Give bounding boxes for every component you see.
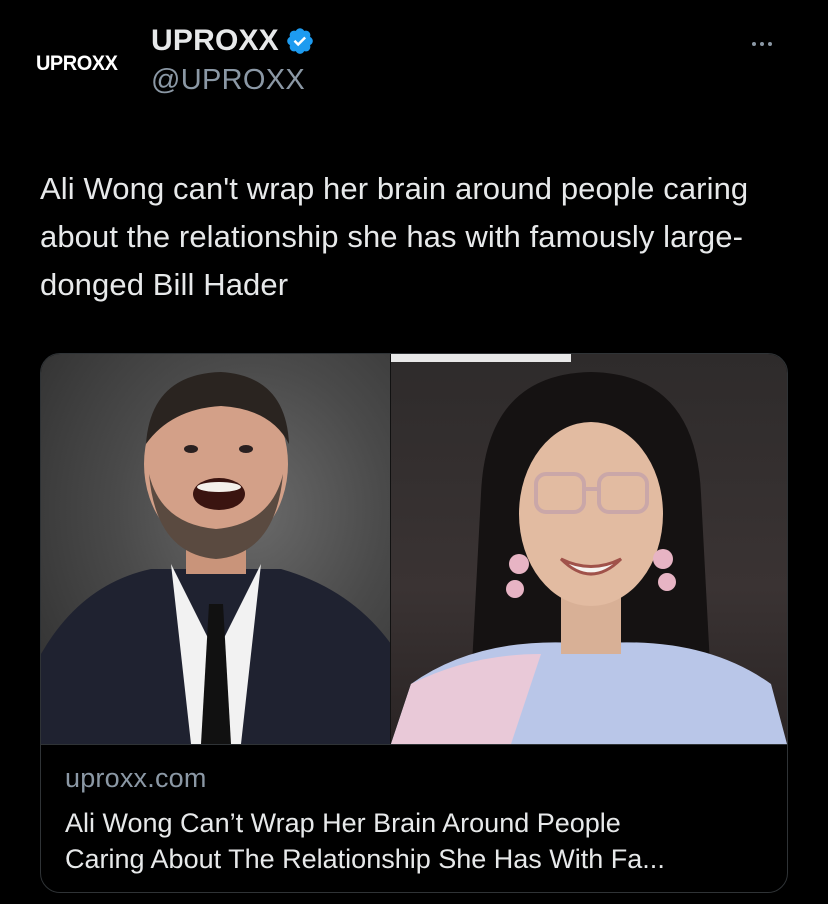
author-handle[interactable]: @UPROXX [151,64,315,97]
avatar[interactable]: UPROXX [36,40,140,88]
more-options-button[interactable] [744,34,780,54]
person-left-illustration [41,372,391,744]
card-title: Ali Wong Can’t Wrap Her Brain Around Peo… [65,808,665,874]
tweet-text: Ali Wong can't wrap her brain around peo… [40,171,749,302]
card-image[interactable] [41,354,787,744]
avatar-logo-text: UPROXX [36,52,118,75]
tweet-author: UPROXX @UPROXX [151,24,315,97]
person-right-illustration [391,354,787,744]
card-meta: uproxx.com Ali Wong Can’t Wrap Her Brain… [41,744,787,892]
card-photo-left [41,354,391,744]
card-domain: uproxx.com [65,763,207,793]
link-preview-card[interactable]: uproxx.com Ali Wong Can’t Wrap Her Brain… [40,353,788,893]
author-name-row: UPROXX [151,24,315,58]
card-photo-right [391,354,787,744]
more-horizontal-icon-dot [760,42,764,46]
more-horizontal-icon-dot [752,42,756,46]
verified-badge-icon [287,28,313,54]
author-display-name[interactable]: UPROXX [151,24,279,58]
more-horizontal-icon-dot [768,42,772,46]
